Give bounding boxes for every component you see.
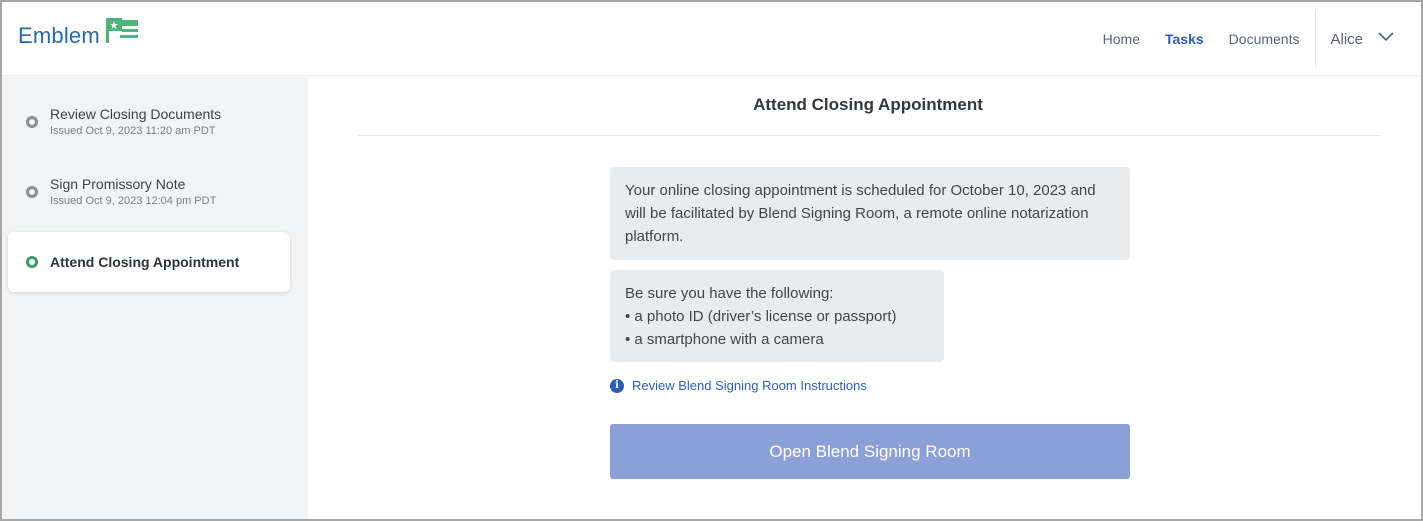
brand-logo[interactable]: Emblem — [18, 17, 142, 52]
instructions-link[interactable]: i Review Blend Signing Room Instructions — [610, 378, 867, 393]
step-title: Review Closing Documents — [50, 106, 222, 122]
appointment-text: Your online closing appointment is sched… — [625, 182, 1096, 245]
nav-documents[interactable]: Documents — [1229, 29, 1300, 49]
info-icon: i — [610, 378, 624, 393]
step-title: Attend Closing Appointment — [50, 254, 240, 270]
task-sidebar: Review Closing Documents Issued Oct 9, 2… — [2, 77, 308, 519]
top-nav: Home Tasks Documents Alice — [1103, 2, 1421, 76]
top-header: Emblem Home Tasks Documents Alice — [2, 2, 1421, 76]
appointment-info-card: Your online closing appointment is sched… — [610, 167, 1130, 260]
sidebar-step-attend-closing-appointment[interactable]: Attend Closing Appointment — [8, 232, 290, 292]
user-name: Alice — [1330, 30, 1363, 48]
user-menu[interactable]: Alice — [1330, 30, 1395, 48]
nav-divider — [1315, 11, 1317, 67]
step-title: Sign Promissory Note — [50, 176, 186, 192]
main-content: Attend Closing Appointment Your online c… — [308, 77, 1421, 519]
requirement-item: • a photo ID (driver’s license or passpo… — [625, 308, 897, 325]
sidebar-step-sign-promissory-note[interactable]: Sign Promissory Note Issued Oct 9, 2023 … — [2, 172, 308, 212]
requirements-card: Be sure you have the following: • a phot… — [610, 270, 944, 362]
step-subtitle: Issued Oct 9, 2023 12:04 pm PDT — [50, 195, 217, 207]
sidebar-step-review-closing-documents[interactable]: Review Closing Documents Issued Oct 9, 2… — [2, 102, 308, 142]
flag-icon — [104, 17, 142, 50]
requirements-intro: Be sure you have the following: — [625, 285, 834, 302]
page-title: Attend Closing Appointment — [753, 95, 983, 114]
brand-name: Emblem — [18, 23, 100, 48]
nav-tasks[interactable]: Tasks — [1165, 29, 1204, 49]
title-divider — [358, 135, 1380, 136]
instructions-link-label: Review Blend Signing Room Instructions — [632, 378, 867, 393]
step-status-icon — [26, 256, 38, 268]
app-window: Emblem Home Tasks Documents Alice Review… — [0, 0, 1423, 521]
chevron-down-icon — [1377, 30, 1395, 48]
step-status-icon — [26, 116, 38, 128]
step-subtitle: Issued Oct 9, 2023 11:20 am PDT — [50, 125, 216, 137]
nav-home[interactable]: Home — [1103, 29, 1140, 49]
requirement-item: • a smartphone with a camera — [625, 331, 824, 348]
step-status-icon — [26, 186, 38, 198]
open-signing-room-button[interactable]: Open Blend Signing Room — [610, 424, 1130, 479]
